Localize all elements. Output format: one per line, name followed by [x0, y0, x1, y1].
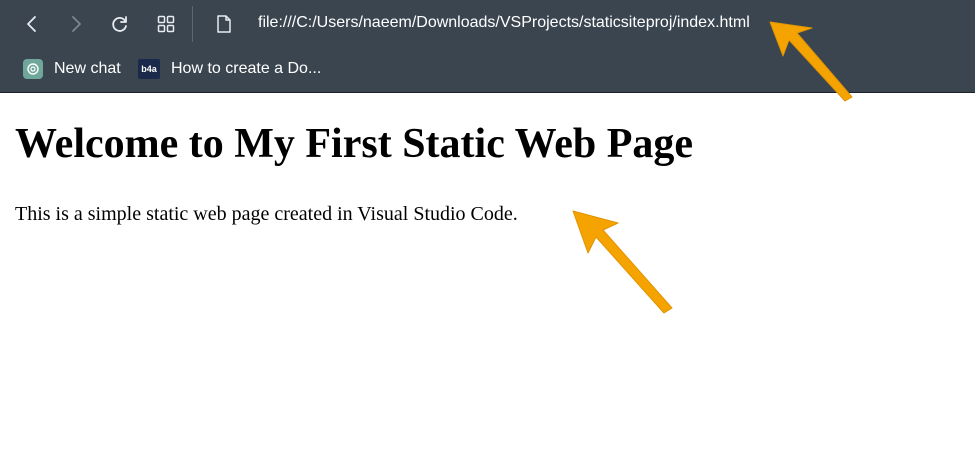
b4a-icon: b4a [138, 59, 160, 79]
chatgpt-icon [23, 59, 43, 79]
bookmark-label: How to create a Do... [171, 60, 322, 77]
bookmark-new-chat[interactable]: New chat [23, 58, 121, 80]
browser-toolbar: file:///C:/Users/naeem/Downloads/VSProje… [0, 0, 975, 48]
file-icon[interactable] [210, 10, 238, 38]
bookmarks-bar: New chat b4a How to create a Do... [0, 48, 975, 93]
browser-window: file:///C:/Users/naeem/Downloads/VSProje… [0, 0, 975, 450]
page-heading: Welcome to My First Static Web Page [15, 121, 694, 167]
tab-groups-icon[interactable] [152, 10, 180, 38]
page-paragraph: This is a simple static web page created… [15, 203, 518, 225]
forward-icon[interactable] [62, 10, 90, 38]
back-icon[interactable] [18, 10, 46, 38]
refresh-icon[interactable] [106, 10, 134, 38]
address-bar-url[interactable]: file:///C:/Users/naeem/Downloads/VSProje… [258, 14, 750, 32]
page-content: Welcome to My First Static Web Page This… [0, 93, 975, 450]
bookmark-how-to-create[interactable]: b4a How to create a Do... [138, 58, 321, 80]
bookmark-label: New chat [54, 60, 121, 77]
toolbar-divider [192, 6, 193, 42]
